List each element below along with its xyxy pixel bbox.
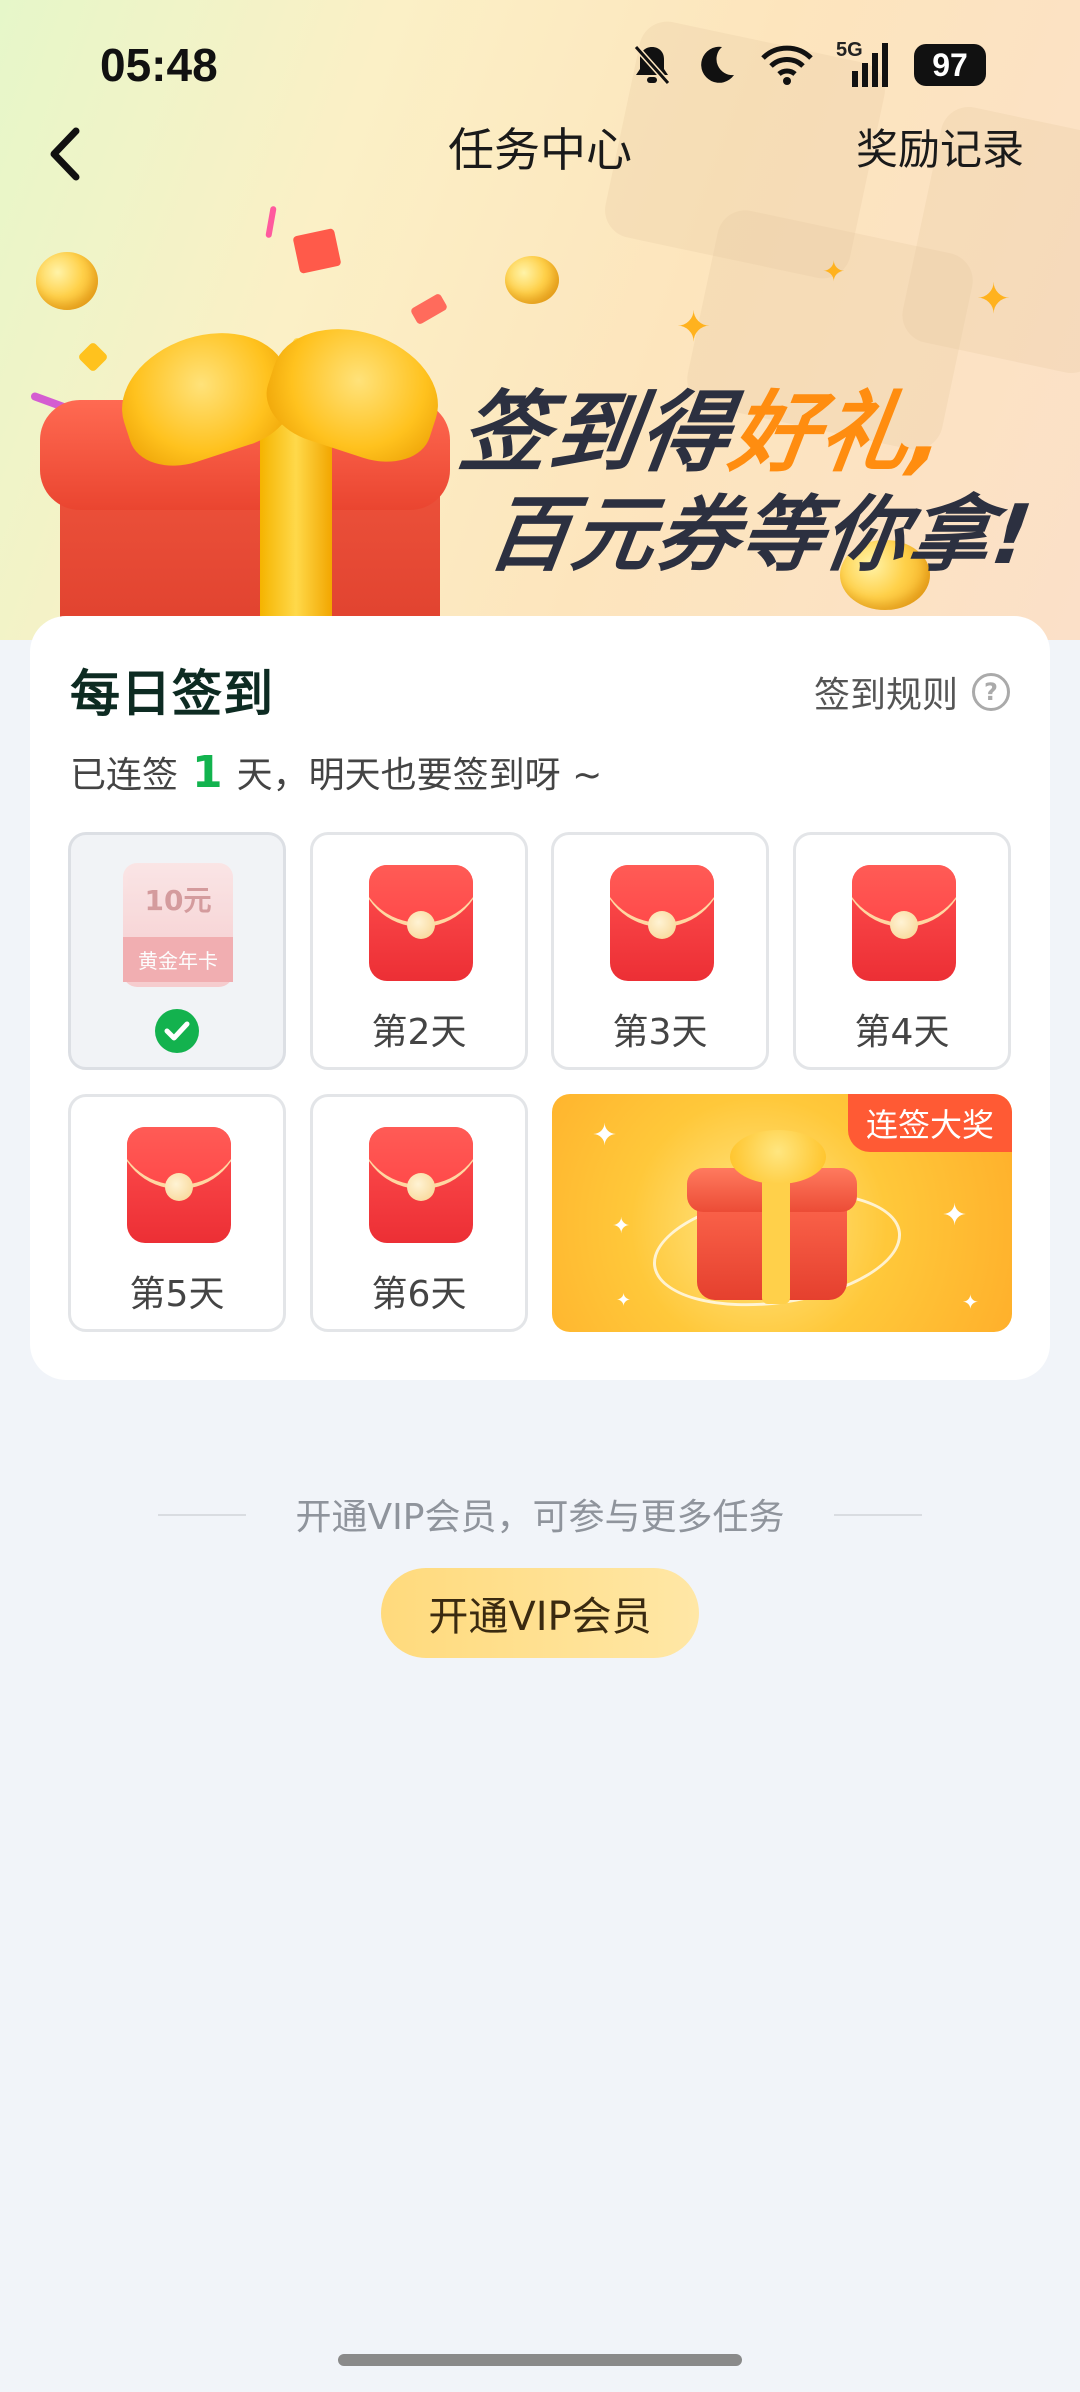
day-label: 第3天: [612, 1012, 708, 1053]
sparkle-icon: ✦: [592, 1118, 618, 1153]
checkin-day-5[interactable]: 第5天: [68, 1094, 286, 1332]
open-vip-button[interactable]: 开通VIP会员: [381, 1568, 699, 1658]
checkin-day-4[interactable]: 第4天: [793, 832, 1011, 1070]
battery-icon: 97: [914, 44, 986, 86]
voucher-name: 黄金年卡: [123, 937, 233, 982]
bell-off-icon: [633, 45, 671, 85]
help-icon: ?: [972, 673, 1010, 711]
sparkle-icon: ✦: [612, 1214, 631, 1239]
streak-prefix: 已连签: [70, 755, 179, 796]
sparkle-icon: ✦: [976, 274, 1012, 323]
checkin-day-6[interactable]: 第6天: [310, 1094, 528, 1332]
status-bar: 05:48 5G 97: [0, 0, 1080, 130]
status-icons: 5G 97: [632, 39, 986, 90]
checkin-day-2[interactable]: 第2天: [310, 832, 528, 1070]
streak-text: 已连签 1 天，明天也要签到呀 ~: [70, 746, 602, 798]
wifi-icon: [761, 45, 813, 85]
confetti-decoration: [292, 228, 342, 274]
day-label: 第2天: [371, 1012, 467, 1053]
vip-hint: 开通VIP会员，可参与更多任务: [295, 1497, 785, 1538]
home-indicator[interactable]: [338, 2354, 742, 2366]
coin-decoration: [36, 252, 98, 310]
status-time: 05:48: [100, 39, 218, 91]
rules-label: 签到规则: [813, 675, 958, 716]
day-label: 第6天: [371, 1274, 467, 1315]
confetti-decoration: [77, 341, 109, 373]
sparkle-icon: ✦: [616, 1290, 632, 1311]
grand-prize-tile[interactable]: ✦ ✦ ✦ ✦ ✦ 连签大奖: [552, 1094, 1012, 1332]
gift-bow: [730, 1130, 826, 1184]
voucher-amount: 10元: [144, 884, 212, 917]
day-label: 第5天: [129, 1274, 225, 1315]
checkin-card: 每日签到 签到规则 ? 已连签 1 天，明天也要签到呀 ~ 10元 黄金年卡 第…: [30, 616, 1050, 1380]
banner-subheadline: 百元券等你拿!: [482, 488, 1039, 583]
day-label: 第4天: [854, 1012, 950, 1053]
red-envelope-icon: [610, 865, 714, 981]
red-envelope-icon: [369, 865, 473, 981]
confetti-decoration: [265, 205, 277, 239]
moon-icon: [701, 46, 734, 83]
sparkle-icon: ✦: [822, 255, 846, 288]
red-envelope-icon: [852, 865, 956, 981]
voucher-icon: 10元 黄金年卡: [123, 863, 233, 987]
checkin-rules-link[interactable]: 签到规则 ?: [814, 666, 1010, 718]
gift-ribbon: [762, 1164, 790, 1304]
checkin-day-3[interactable]: 第3天: [551, 832, 769, 1070]
red-envelope-icon: [369, 1127, 473, 1243]
checkin-day-1[interactable]: 10元 黄金年卡: [68, 832, 286, 1070]
reward-history-link[interactable]: 奖励记录: [856, 118, 1024, 182]
checkin-title: 每日签到: [70, 665, 274, 723]
red-envelope-icon: [127, 1127, 231, 1243]
streak-count: 1: [192, 747, 223, 798]
streak-suffix: 天，明天也要签到呀 ~: [236, 755, 603, 796]
grand-prize-tag: 连签大奖: [847, 1094, 1012, 1152]
sparkle-icon: ✦: [962, 1290, 979, 1314]
signal-icon: 5G: [836, 39, 892, 89]
coin-decoration: [505, 256, 559, 304]
check-icon: [155, 1009, 199, 1053]
confetti-decoration: [409, 292, 449, 326]
sparkle-icon: ✦: [676, 302, 712, 351]
sparkle-icon: ✦: [942, 1198, 968, 1233]
